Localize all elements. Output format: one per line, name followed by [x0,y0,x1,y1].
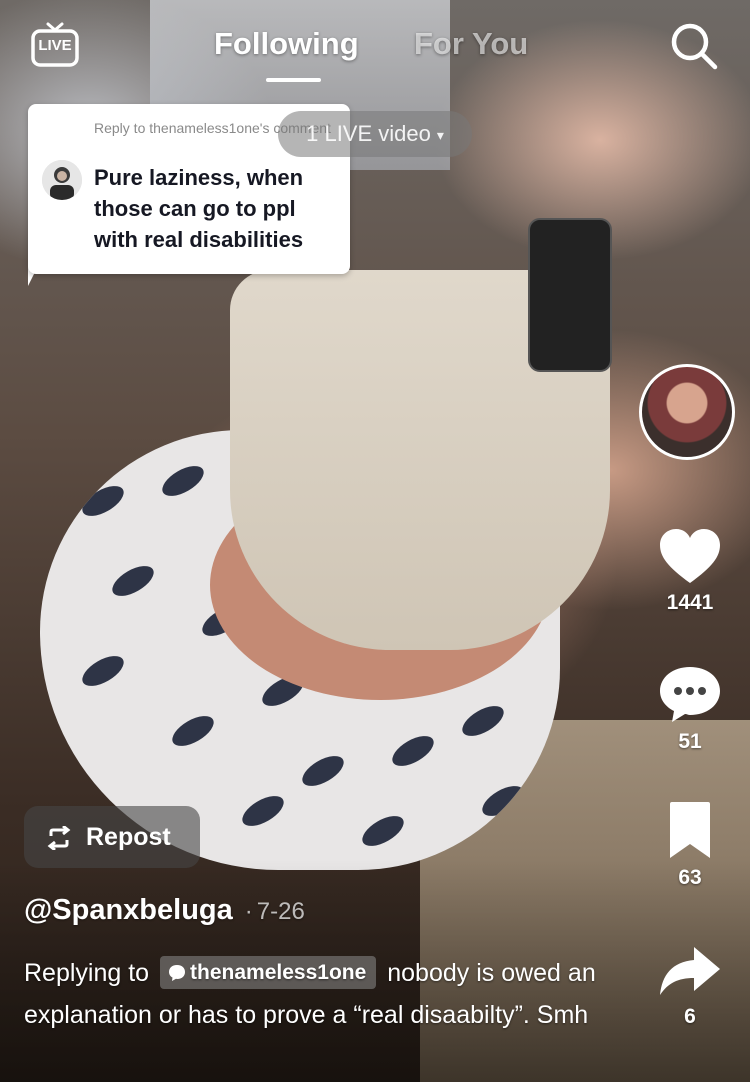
search-button[interactable] [668,20,720,72]
like-button[interactable]: 1441 [650,527,730,615]
date-separator: · [244,898,253,925]
post-caption: Replying to thenameless1one nobody is ow… [24,952,624,1036]
repost-label: Repost [86,823,171,851]
comment-count: 51 [678,730,702,753]
author-row: @Spanxbeluga · 7-26 [24,894,305,927]
like-count: 1441 [666,591,714,614]
tab-active-indicator [266,78,321,82]
search-icon [671,23,718,70]
comment-button[interactable]: 51 [650,664,730,754]
live-button[interactable]: LIVE [30,20,80,70]
comment-icon [660,667,720,722]
share-icon [660,947,720,995]
reply-card-text: Pure laziness, when those can go to ppl … [94,165,304,252]
creator-avatar[interactable] [639,364,735,460]
bookmark-count: 63 [678,866,702,889]
live-video-label: 1 LIVE video [306,121,431,146]
comment-bubble-icon [169,965,186,981]
commenter-avatar [42,160,82,200]
tab-following[interactable]: Following [214,26,359,62]
video-feed-screen[interactable]: LIVE Following For You Reply to thenamel… [0,0,750,1082]
video-subject-phone [528,218,612,372]
author-handle[interactable]: @Spanxbeluga [24,894,233,926]
repost-button[interactable]: Repost [24,806,200,868]
bookmark-icon [670,802,710,858]
bookmark-button[interactable]: 63 [650,800,730,890]
caption-prefix: Replying to [24,959,150,987]
mention-username: thenameless1one [190,961,367,984]
commenter-avatar-image [42,160,82,200]
heart-icon [660,529,720,583]
mention-chip[interactable]: thenameless1one [160,956,377,989]
post-date: 7-26 [256,898,305,925]
repost-icon [47,826,71,850]
live-video-dropdown[interactable]: 1 LIVE video ▾ [278,111,472,157]
share-count: 6 [684,1005,696,1028]
live-label: LIVE [38,37,72,54]
chevron-down-icon: ▾ [436,127,444,144]
tab-for-you[interactable]: For You [414,26,528,62]
share-button[interactable]: 6 [650,945,730,1029]
